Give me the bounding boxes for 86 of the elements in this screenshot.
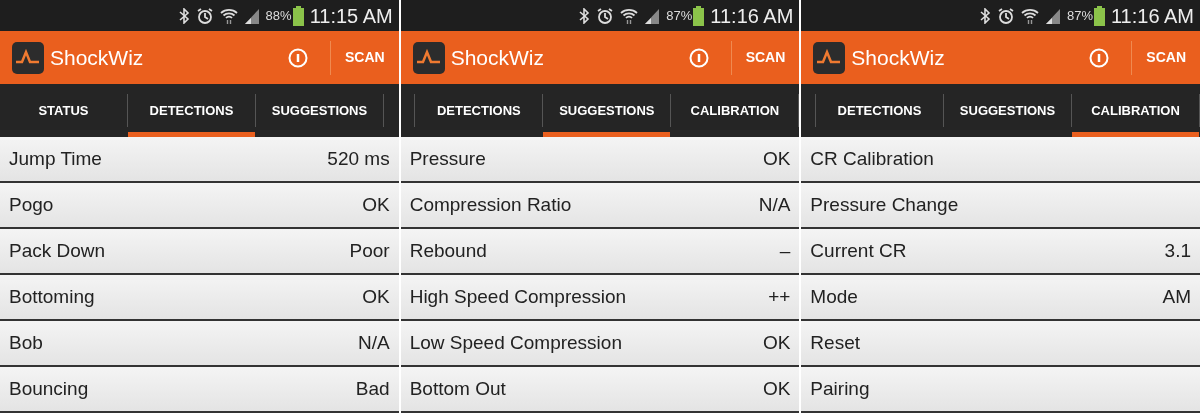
list-row[interactable]: Compression Ratio N/A xyxy=(400,183,800,229)
alarm-clock-icon xyxy=(596,6,615,25)
list-row[interactable]: Mode AM xyxy=(801,275,1200,321)
row-label: Bottom Out xyxy=(409,376,506,401)
list-row[interactable]: Jump Time 520 ms xyxy=(0,137,399,183)
list-row[interactable]: Bottoming OK xyxy=(0,275,399,321)
row-label: Pairing xyxy=(810,376,870,401)
battery-icon xyxy=(292,5,304,26)
row-label: Reset xyxy=(810,330,860,355)
list-row[interactable]: CR Calibration xyxy=(801,137,1200,183)
list-row[interactable]: Bottom Out OK xyxy=(400,367,800,413)
app-title: ShockWiz xyxy=(50,44,144,71)
app-title: ShockWiz xyxy=(450,44,545,71)
list-row[interactable]: Low Speed Compression OK xyxy=(400,321,800,367)
row-value: OK xyxy=(762,146,791,171)
row-value: N/A xyxy=(358,330,390,355)
row-label: Bouncing xyxy=(9,376,89,401)
row-value: AM xyxy=(1162,284,1191,309)
bluetooth-icon xyxy=(579,7,591,24)
row-label: Pressure Change xyxy=(810,192,959,217)
row-value: OK xyxy=(762,376,791,401)
bluetooth-icon xyxy=(178,7,190,24)
tab[interactable]: DETECTIONS xyxy=(415,84,543,137)
app-logo-icon xyxy=(412,41,445,74)
clock: 11:15 AM xyxy=(309,3,393,29)
clock: 11:16 AM xyxy=(710,3,794,29)
info-icon[interactable] xyxy=(1089,47,1110,68)
row-label: Current CR xyxy=(810,238,907,263)
alarm-clock-icon xyxy=(996,6,1015,25)
list-row[interactable]: Pressure Change xyxy=(801,183,1200,229)
row-label: Low Speed Compression xyxy=(409,330,622,355)
list-row[interactable]: Pressure OK xyxy=(400,137,800,183)
row-value: 3.1 xyxy=(1164,238,1191,263)
signal-icon xyxy=(644,7,661,24)
row-value: OK xyxy=(762,330,791,355)
row-value: ++ xyxy=(768,284,791,309)
app-logo-icon xyxy=(813,41,846,74)
row-value: Bad xyxy=(355,376,390,401)
battery-icon xyxy=(693,5,705,26)
list-row[interactable]: Pack Down Poor xyxy=(0,229,399,275)
battery-percentage: 87% xyxy=(1066,6,1093,25)
app-logo-icon xyxy=(12,41,44,74)
row-value: – xyxy=(779,238,791,263)
tab[interactable]: SUGGESTIONS xyxy=(256,84,383,137)
wifi-icon xyxy=(620,6,639,25)
list-row[interactable]: Pogo OK xyxy=(0,183,399,229)
battery-percentage: 88% xyxy=(265,6,292,25)
tab[interactable]: CALIBRATION xyxy=(671,84,799,137)
app-title: ShockWiz xyxy=(851,44,945,71)
row-label: Rebound xyxy=(409,238,487,263)
row-label: High Speed Compression xyxy=(409,284,627,309)
row-label: Pogo xyxy=(9,192,54,217)
row-label: Compression Ratio xyxy=(409,192,572,217)
list-row[interactable]: Bouncing Bad xyxy=(0,367,399,413)
tab[interactable]: STATUS xyxy=(0,84,127,137)
list-row[interactable]: Pairing xyxy=(801,367,1200,413)
tab[interactable]: SUGGESTIONS xyxy=(944,84,1071,137)
clock: 11:16 AM xyxy=(1111,3,1194,29)
wifi-icon xyxy=(1020,6,1039,25)
battery-icon xyxy=(1094,5,1105,26)
row-value: Poor xyxy=(349,238,390,263)
tab[interactable]: DETECTIONS xyxy=(816,84,943,137)
alarm-clock-icon xyxy=(195,6,214,25)
row-label: Mode xyxy=(810,284,858,309)
list-row[interactable]: Current CR 3.1 xyxy=(801,229,1200,275)
row-value: OK xyxy=(362,284,390,309)
row-label: Bob xyxy=(9,330,43,355)
info-icon[interactable] xyxy=(288,47,308,68)
battery-percentage: 87% xyxy=(666,6,693,25)
row-value: OK xyxy=(362,192,390,217)
row-label: Bottoming xyxy=(9,284,95,309)
list-row[interactable]: Reset xyxy=(801,321,1200,367)
row-label: Jump Time xyxy=(9,146,102,171)
row-value: N/A xyxy=(758,192,791,217)
row-value: 520 ms xyxy=(327,146,390,171)
list-row[interactable]: High Speed Compression ++ xyxy=(400,275,800,321)
row-label: CR Calibration xyxy=(810,146,934,171)
list-row[interactable]: Bob N/A xyxy=(0,321,399,367)
signal-icon xyxy=(243,7,260,24)
signal-icon xyxy=(1044,7,1061,24)
bluetooth-icon xyxy=(979,7,991,24)
row-label: Pressure xyxy=(409,146,486,171)
list-row[interactable]: Rebound – xyxy=(400,229,800,275)
row-label: Pack Down xyxy=(9,238,106,263)
wifi-icon xyxy=(219,6,238,25)
info-icon[interactable] xyxy=(688,47,709,68)
